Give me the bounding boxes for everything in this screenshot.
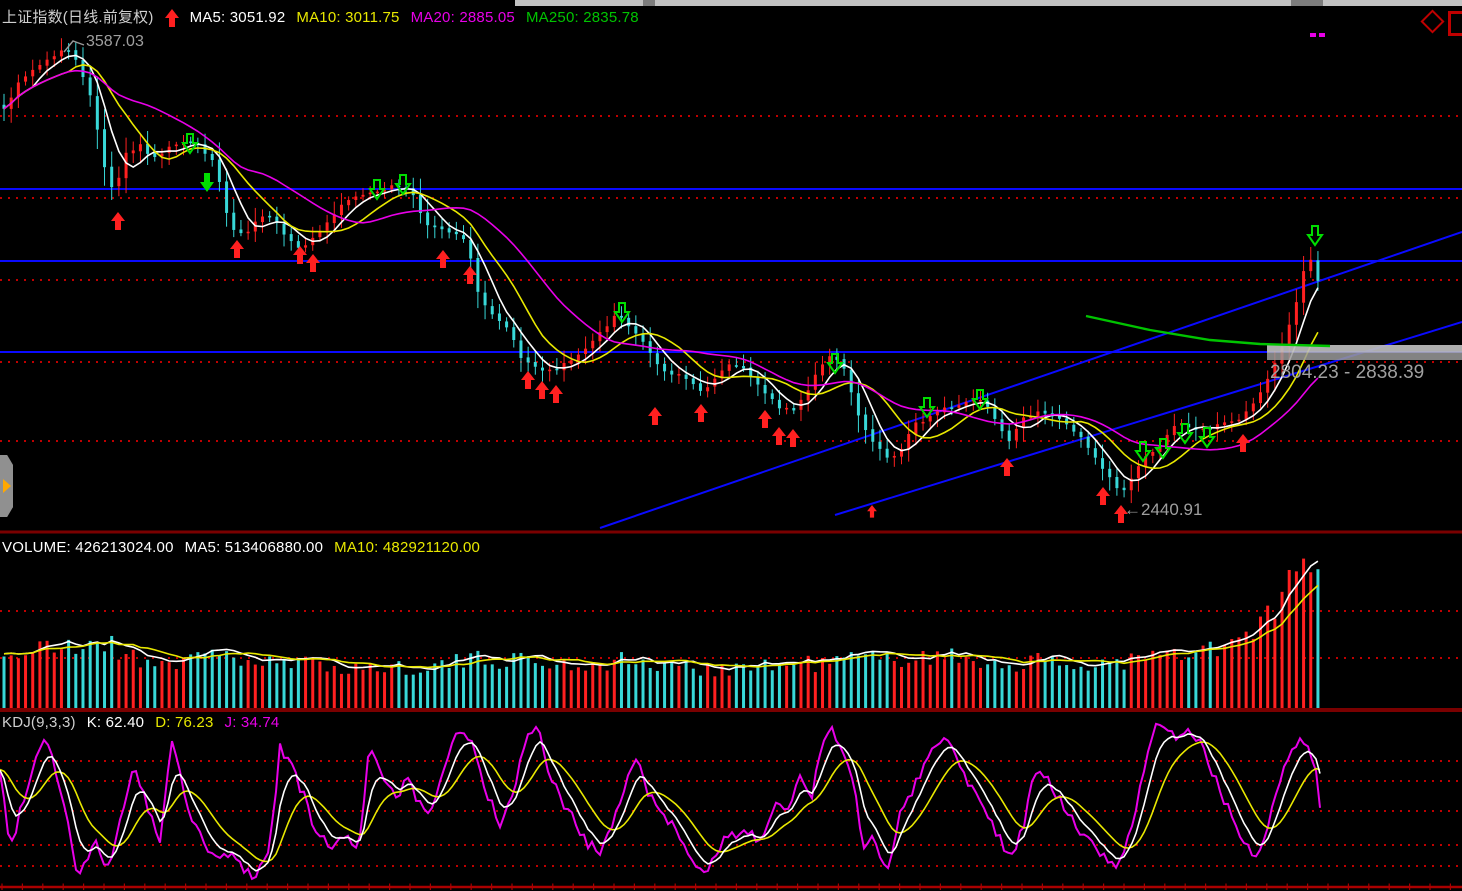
ma10-label: MA10: 3011.75 bbox=[296, 9, 399, 27]
window-tool-icon[interactable] bbox=[1448, 11, 1462, 36]
chart-title: 上证指数(日线.前复权) bbox=[2, 9, 154, 27]
trough-price-annotation: ←2440.91 bbox=[1124, 500, 1202, 520]
buy-signal-arrow-icon bbox=[165, 9, 179, 27]
volume-label: VOLUME: 426213024.00 bbox=[2, 539, 174, 557]
gap-range-annotation: 2804.23 - 2838.39 bbox=[1270, 362, 1424, 384]
peak-price-annotation: 3587.03 bbox=[86, 33, 144, 51]
kdj-k-label: K: 62.40 bbox=[87, 714, 144, 732]
kdj-header: KDJ(9,3,3) K: 62.40 D: 76.23 J: 34.74 bbox=[2, 714, 279, 732]
kdj-d-label: D: 76.23 bbox=[155, 714, 213, 732]
top-scrollbar[interactable] bbox=[515, 0, 1462, 6]
ma5-label: MA5: 3051.92 bbox=[190, 9, 286, 27]
sidebar-expand-handle[interactable] bbox=[0, 455, 13, 517]
kdj-params-label: KDJ(9,3,3) bbox=[2, 714, 76, 732]
ma250-label: MA250: 2835.78 bbox=[526, 9, 639, 27]
scrollbar-notch bbox=[1291, 0, 1323, 6]
volume-ma10-label: MA10: 482921120.00 bbox=[334, 539, 480, 557]
ma20-label: MA20: 2885.05 bbox=[411, 9, 515, 27]
magenta-marker bbox=[1310, 33, 1316, 37]
scrollbar-notch bbox=[643, 0, 655, 6]
main-chart-header: 上证指数(日线.前复权) MA5: 3051.92 MA10: 3011.75 … bbox=[2, 9, 639, 27]
volume-header: VOLUME: 426213024.00 MA5: 513406880.00 M… bbox=[2, 539, 480, 557]
expand-arrow-icon bbox=[3, 479, 11, 493]
volume-chart-canvas[interactable] bbox=[0, 534, 1462, 710]
kdj-j-label: J: 34.74 bbox=[225, 714, 280, 732]
volume-ma5-label: MA5: 513406880.00 bbox=[185, 539, 324, 557]
kdj-chart-canvas[interactable] bbox=[0, 710, 1462, 891]
candlestick-chart-canvas[interactable] bbox=[0, 0, 1462, 534]
magenta-marker bbox=[1319, 33, 1325, 37]
stock-trading-app: 上证指数(日线.前复权) MA5: 3051.92 MA10: 3011.75 … bbox=[0, 0, 1462, 891]
